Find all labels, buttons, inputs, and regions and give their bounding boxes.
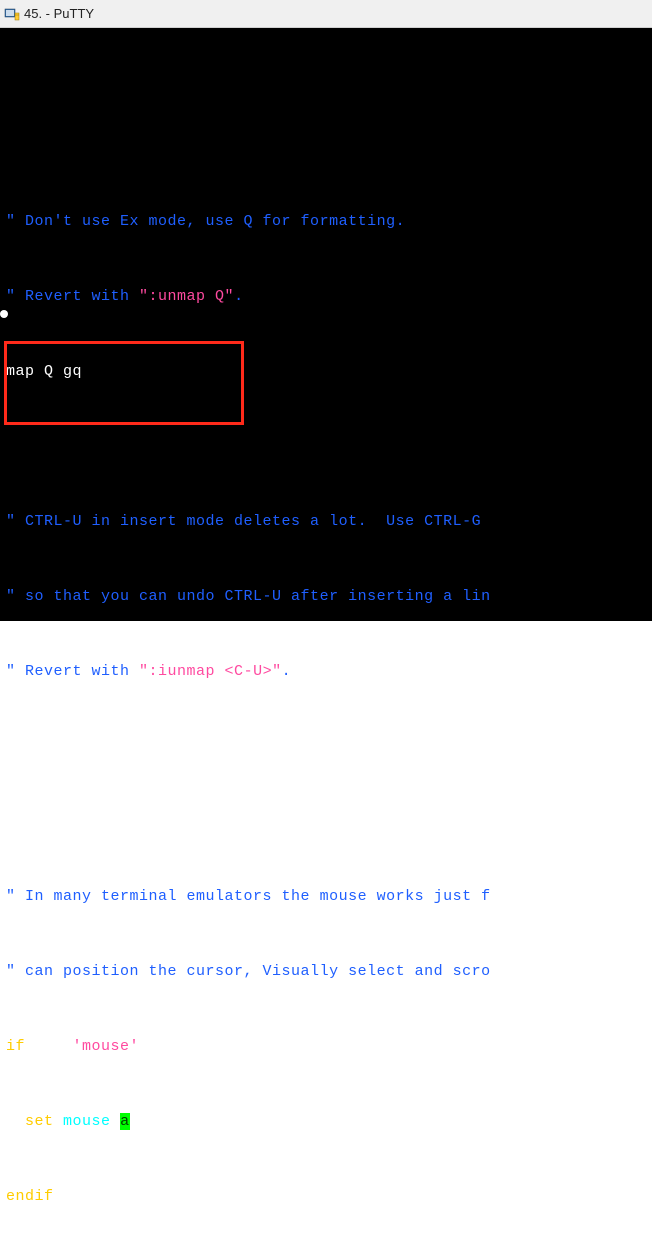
cursor: a (120, 1113, 130, 1130)
code-line: " In many terminal emulators the mouse w… (6, 884, 650, 909)
terminal-viewport[interactable]: " Don't use Ex mode, use Q for formattin… (0, 28, 652, 621)
code-line (6, 809, 650, 834)
code-line: inoremap <C-U> <C-G>u<C-U> (6, 734, 650, 759)
code-line: map Q gq (6, 359, 650, 384)
code-line (6, 434, 650, 459)
code-line (6, 134, 650, 159)
code-line: " so that you can undo CTRL-U after inse… (6, 584, 650, 609)
code-line: if has('mouse') (6, 1034, 650, 1059)
code-line: " can position the cursor, Visually sele… (6, 959, 650, 984)
code-line: " Revert with ":iunmap <C-U>". (6, 659, 650, 684)
code-line: " Don't use Ex mode, use Q for formattin… (6, 209, 650, 234)
code-line: " Revert with ":unmap Q". (6, 284, 650, 309)
scroll-indicator[interactable] (0, 310, 8, 318)
window-titlebar[interactable]: 45. - PuTTY (0, 0, 652, 28)
putty-icon (4, 6, 20, 22)
code-line: set mouse=a (6, 1109, 650, 1134)
window-title: 45. - PuTTY (24, 6, 94, 21)
code-line: endif (6, 1184, 650, 1209)
code-line: " CTRL-U in insert mode deletes a lot. U… (6, 509, 650, 534)
